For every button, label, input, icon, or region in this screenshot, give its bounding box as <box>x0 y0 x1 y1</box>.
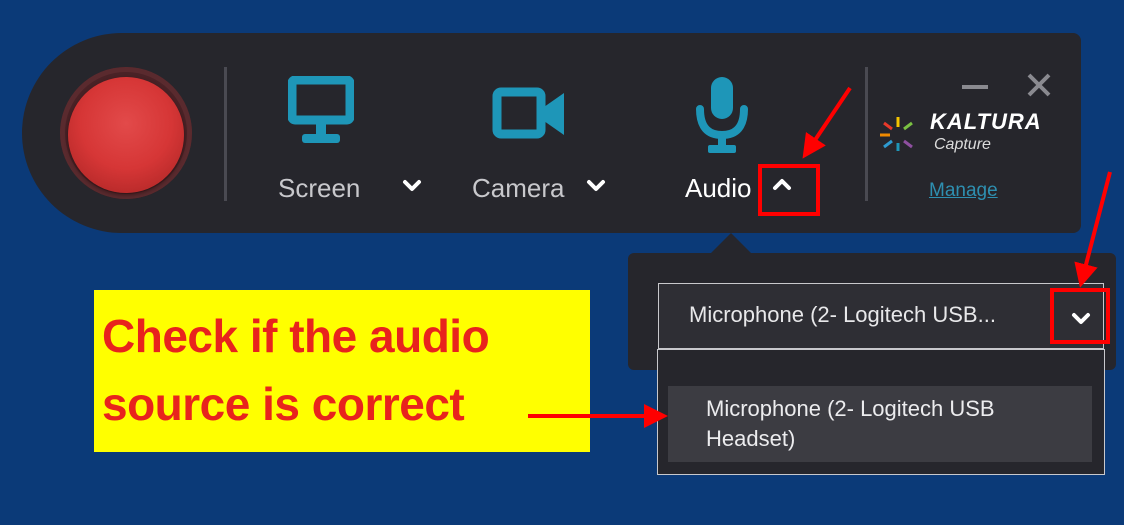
brand-subtitle: Capture <box>934 136 991 153</box>
kaltura-logo-icon <box>880 117 913 151</box>
microphone-icon <box>696 77 748 153</box>
toolbar-divider <box>224 67 227 201</box>
annotation-callout: Check if the audio source is correct <box>94 290 590 452</box>
highlight-box <box>758 164 820 216</box>
annotation-text: Check if the audio source is correct <box>102 310 490 430</box>
audio-source-button[interactable]: Audio <box>662 33 852 233</box>
screen-source-button[interactable]: Screen <box>252 33 452 233</box>
audio-device-dropdown: Microphone (2- Logitech USB Headset) <box>657 349 1105 475</box>
chevron-down-icon <box>403 180 421 191</box>
screenshot-canvas: Screen Camera Audio KALTURA Capture Mana… <box>0 0 1124 525</box>
selected-audio-device: Microphone (2- Logitech USB... <box>689 302 996 327</box>
audio-device-option[interactable]: Microphone (2- Logitech USB Headset) <box>668 386 1092 462</box>
video-camera-icon <box>492 87 564 139</box>
audio-device-select[interactable]: Microphone (2- Logitech USB... <box>658 283 1104 349</box>
capture-toolbar: Screen Camera Audio KALTURA Capture Mana… <box>22 33 1081 233</box>
audio-label: Audio <box>685 173 752 203</box>
manage-link[interactable]: Manage <box>929 180 998 202</box>
camera-source-button[interactable]: Camera <box>452 33 652 233</box>
camera-label: Camera <box>472 173 565 203</box>
minimize-icon[interactable] <box>960 71 990 101</box>
toolbar-divider <box>865 67 868 201</box>
record-button[interactable] <box>68 77 184 193</box>
chevron-down-icon <box>587 180 605 191</box>
brand-name: KALTURA <box>930 109 1042 134</box>
close-icon[interactable] <box>1025 71 1053 99</box>
screen-label: Screen <box>278 173 361 203</box>
highlight-box <box>1050 288 1110 344</box>
audio-device-option-label: Microphone (2- Logitech USB Headset) <box>706 396 995 451</box>
popup-pointer <box>709 233 753 255</box>
monitor-icon <box>288 76 354 143</box>
